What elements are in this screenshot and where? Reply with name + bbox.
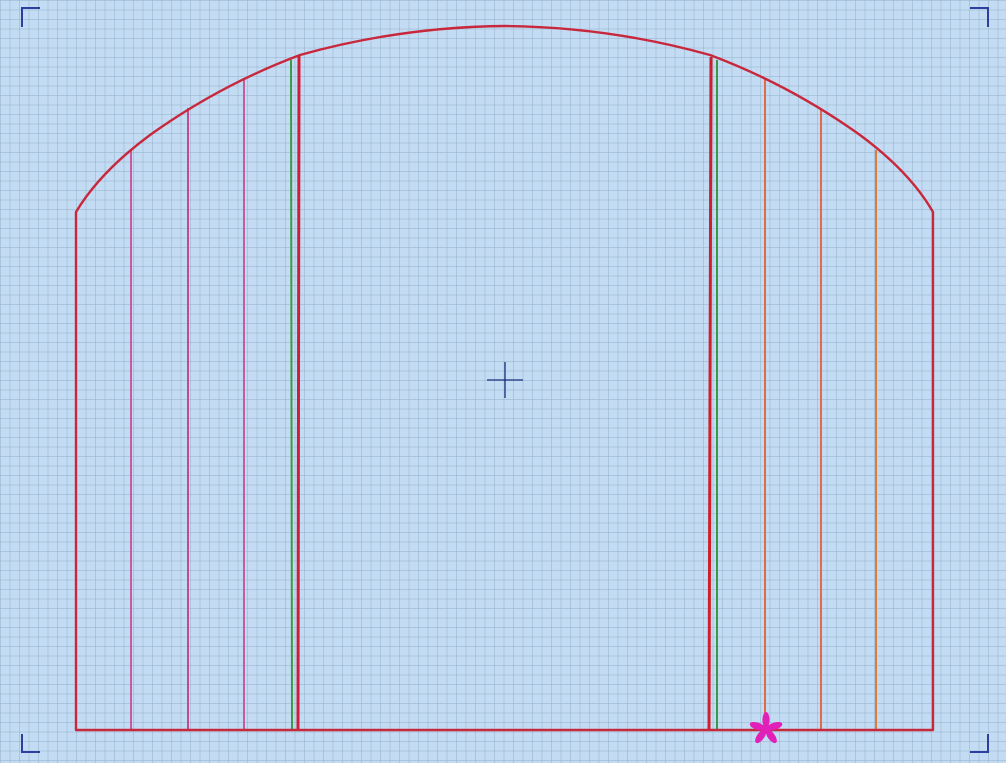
design-canvas[interactable] [0,0,1006,763]
stitch-line-6[interactable] [707,56,713,731]
hoop-corner-bottom-left [21,734,40,753]
stitch-line-4[interactable] [290,59,293,731]
design-drawing [21,7,989,753]
hoop-corner-top-right [970,7,989,27]
hoop-center-mark [487,362,523,398]
asterisk-start-point-icon[interactable] [749,712,784,745]
stitch-line-5[interactable] [296,55,301,731]
hoop-corner-top-left [21,7,40,27]
hoop-corner-bottom-right [970,734,989,753]
stitch-lines [130,55,877,731]
